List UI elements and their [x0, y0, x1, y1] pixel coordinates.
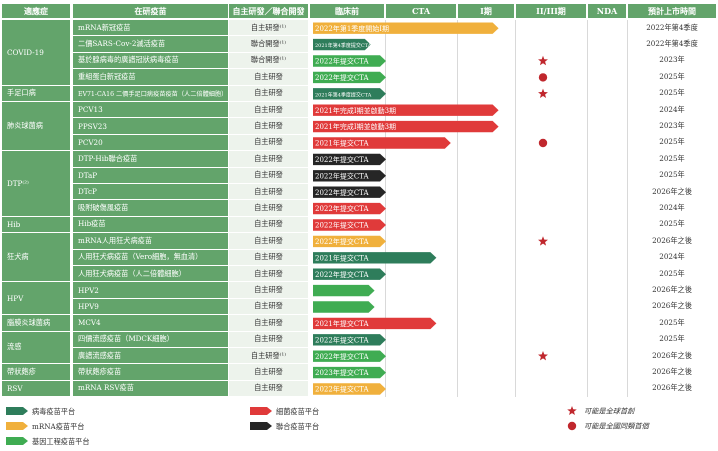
stage-bar-label: 2022年提交CTA — [315, 270, 369, 279]
stage-bar-label: 2021年提交CTA — [315, 139, 369, 148]
legend-label: mRNA疫苗平台 — [32, 422, 84, 431]
legend-circle-icon — [567, 421, 577, 431]
stage-bar-label: 2021年提交CTA — [315, 319, 369, 328]
first-in-world-star-icon — [538, 236, 548, 246]
stage-bar-label: 2023年提交CTA — [315, 368, 369, 377]
stage-bar-label: 2021年完成I期並啟動3期 — [315, 106, 396, 115]
stage-bar-label: 2021年完成I期並啟動3期 — [315, 122, 396, 131]
stage-bar-label: 2022年提交CTA — [315, 221, 369, 230]
legend-swatch — [250, 407, 272, 415]
pipeline-chart: 適應症 在研疫苗 自主研發／聯合開發 臨床前 CTA I期 II/III期 NDA 預計上市時間… — [0, 0, 718, 451]
legend-label: 病毒疫苗平台 — [32, 407, 75, 416]
stage-bar — [313, 284, 375, 297]
stage-bar-label: 2022年提交CTA — [315, 73, 369, 82]
legend-swatch — [6, 437, 28, 445]
pipeline-bars: 2022年第1季度開始I期 2021年第4季度提交CTA 2022年提交CTA 202… — [6, 22, 651, 446]
stage-bar-label: 2022年提交CTA — [315, 204, 369, 213]
first-in-country-circle-icon — [538, 73, 548, 82]
legend-star-icon — [567, 406, 577, 416]
stage-bar-label: 2022年提交CTA — [315, 171, 369, 180]
legend-label: 細菌疫苗平台 — [276, 407, 319, 416]
stage-bar-label: 2021年第4季度提交CTA — [315, 91, 372, 98]
stage-bar-label: 2022年提交CTA — [315, 155, 369, 164]
first-in-world-star-icon — [538, 55, 548, 66]
stage-bar-label: 2021年提交CTA — [315, 253, 369, 262]
first-in-world-star-icon — [538, 351, 548, 361]
stage-bar-label: 2022年提交CTA — [315, 57, 369, 66]
stage-bar-label: 2022年提交CTA — [315, 352, 369, 361]
stage-bar-label: 2022年第1季度開始I期 — [315, 24, 389, 33]
stage-bar-label: 2022年提交CTA — [315, 237, 369, 246]
marker-legend-label: 可能是全國同類首個 — [584, 422, 651, 431]
first-in-world-star-icon — [538, 88, 548, 99]
stage-bar — [313, 301, 375, 313]
first-in-country-circle-icon — [538, 138, 548, 148]
marker-legend-label: 可能是全球首創 — [584, 407, 636, 416]
stage-bar-label: 2022年提交CTA — [315, 188, 369, 197]
stage-bar-label: 2021年第4季度提交CTA — [315, 42, 372, 49]
legend-label: 基因工程疫苗平台 — [32, 437, 90, 446]
legend-swatch — [250, 422, 272, 430]
legend-label: 聯合疫苗平台 — [276, 422, 319, 431]
legend-swatch — [6, 422, 28, 430]
stage-bar-label: 2022年提交CTA — [315, 335, 369, 344]
stage-bar-label: 2022年提交CTA — [315, 385, 369, 394]
legend-swatch — [6, 407, 28, 415]
